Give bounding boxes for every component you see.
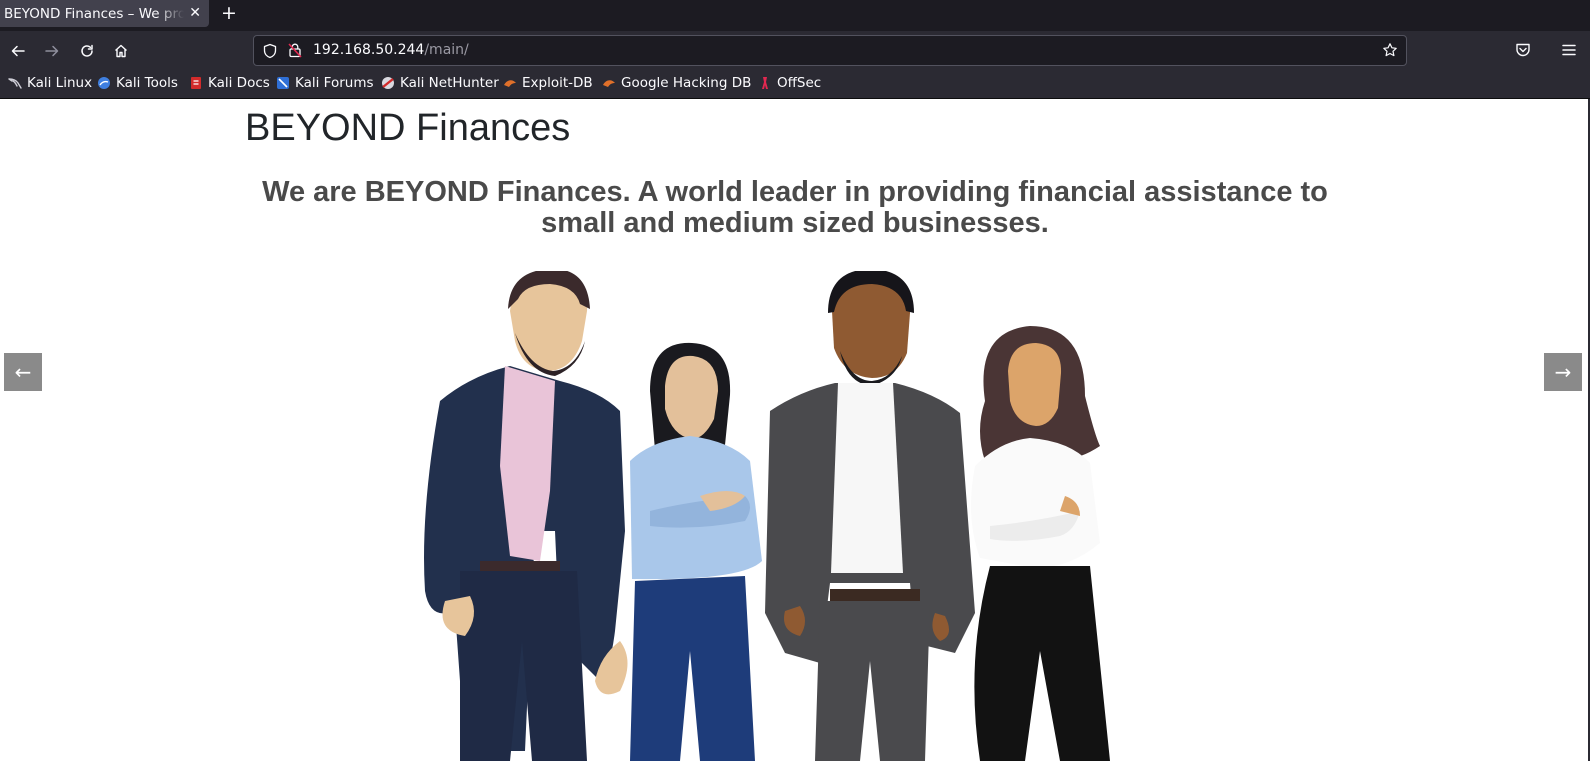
bookmark-label: Kali Docs [208, 75, 270, 91]
home-button[interactable] [109, 39, 133, 63]
url-text[interactable]: 192.168.50.244/main/ [313, 42, 469, 58]
bookmark-label: Exploit-DB [522, 75, 593, 91]
tab-active[interactable]: BEYOND Finances – We provide financial a… [0, 0, 209, 27]
hero-tagline: We are BEYOND Finances. A world leader i… [262, 176, 1328, 239]
kali-nethunter-icon [382, 77, 394, 89]
new-tab-button[interactable]: + [221, 2, 237, 24]
exploit-db-icon [504, 80, 516, 87]
bookmark-kali-linux[interactable]: Kali Linux [8, 75, 92, 91]
bookmark-kali-tools[interactable]: Kali Tools [97, 75, 178, 91]
navigation-toolbar: 192.168.50.244/main/ [0, 31, 1590, 69]
kali-docs-icon [191, 77, 201, 89]
tab-close-icon[interactable]: ✕ [189, 4, 201, 22]
bookmark-star-icon[interactable] [1382, 42, 1398, 58]
arrow-right-icon: → [1554, 360, 1572, 384]
person-woman-white-blouse [971, 326, 1110, 761]
person-man-navy-suit [424, 271, 628, 761]
arrow-left-icon: ← [14, 360, 32, 384]
forward-arrow-icon [45, 45, 59, 57]
offsec-icon [762, 77, 768, 89]
bookmark-kali-nethunter[interactable]: Kali NetHunter [381, 75, 499, 91]
hero-team-illustration [424, 271, 1110, 761]
brand-title[interactable]: BEYOND Finances [245, 107, 570, 150]
carousel-prev-button[interactable]: ← [4, 353, 42, 391]
person-man-grey-suit [765, 271, 975, 761]
insecure-lock-icon[interactable] [287, 42, 303, 58]
bookmark-exploit-db[interactable]: Exploit-DB [503, 75, 593, 91]
carousel-next-button[interactable]: → [1544, 353, 1582, 391]
forward-button[interactable] [40, 39, 64, 63]
bookmark-label: Kali Linux [27, 75, 93, 91]
bookmark-kali-docs[interactable]: Kali Docs [189, 75, 270, 91]
bookmark-offsec[interactable]: OffSec [758, 75, 821, 91]
tab-strip: BEYOND Finances – We provide financial a… [0, 0, 1590, 31]
kali-forums-icon [277, 77, 289, 89]
kali-tools-icon [98, 77, 110, 89]
bookmark-kali-forums[interactable]: Kali Forums [276, 75, 374, 91]
kali-dragon-icon [8, 78, 22, 89]
tab-title: BEYOND Finances – We provide financial a… [4, 5, 184, 22]
bookmarks-toolbar: Kali Linux Kali Tools Kali Docs Kali For… [0, 69, 1590, 99]
bookmark-label: Google Hacking DB [621, 75, 752, 91]
url-host: 192.168.50.244 [313, 42, 425, 58]
ghdb-icon [603, 80, 615, 87]
back-button[interactable] [6, 39, 30, 63]
back-arrow-icon [11, 45, 25, 57]
bookmark-label: Kali Tools [116, 75, 178, 91]
address-bar[interactable]: 192.168.50.244/main/ [253, 35, 1407, 66]
bookmark-label: OffSec [777, 75, 822, 91]
page-viewport: BEYOND Finances We are BEYOND Finances. … [0, 99, 1590, 761]
url-path: /main/ [424, 42, 469, 58]
bookmark-google-hacking-db[interactable]: Google Hacking DB [602, 75, 751, 91]
bookmark-label: Kali NetHunter [400, 75, 499, 91]
reload-button[interactable] [75, 39, 99, 63]
bookmark-label: Kali Forums [295, 75, 374, 91]
person-woman-blue-shirt [630, 342, 762, 761]
tracking-protection-shield-icon[interactable] [262, 43, 278, 59]
home-icon [115, 44, 127, 58]
reload-icon [81, 44, 93, 57]
menu-hamburger-icon[interactable] [1560, 41, 1578, 59]
pocket-icon[interactable] [1514, 41, 1532, 59]
